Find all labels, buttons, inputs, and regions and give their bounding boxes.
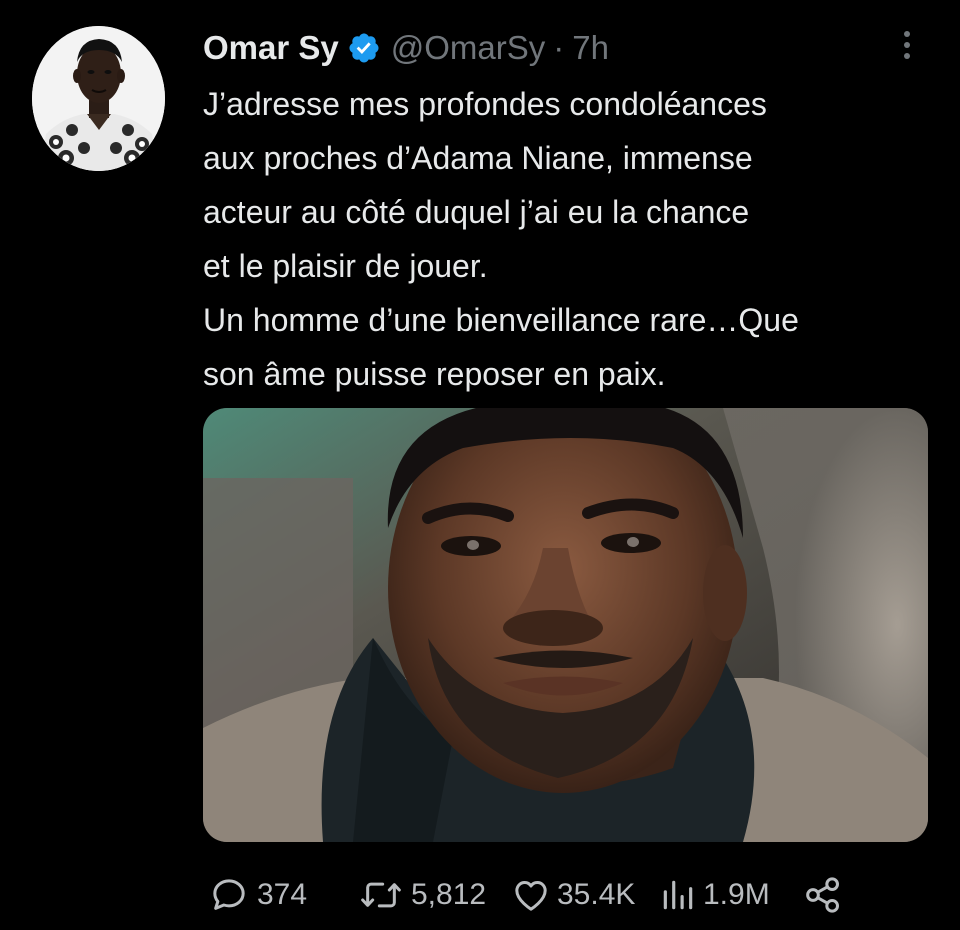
tweet-text: J’adresse mes profondes condoléances aux… xyxy=(203,77,943,401)
views-count: 1.9M xyxy=(703,878,770,911)
like-button[interactable]: 35.4K xyxy=(511,872,635,918)
author-avatar[interactable] xyxy=(32,26,165,171)
heart-icon xyxy=(515,881,547,911)
tweet: Omar Sy @OmarSy · 7h J’adresse mes profo… xyxy=(0,0,960,930)
tweet-text-line: son âme puisse reposer en paix. xyxy=(203,356,666,392)
share-button[interactable] xyxy=(803,872,843,918)
header-separator: · xyxy=(553,29,565,66)
views-bar-chart-icon xyxy=(663,880,693,910)
tweet-text-line: acteur au côté duquel j’ai eu la chance xyxy=(203,194,750,230)
verified-badge-icon xyxy=(347,31,381,65)
author-display-name[interactable]: Omar Sy xyxy=(203,29,339,67)
media-photo xyxy=(203,408,928,842)
tweet-timestamp[interactable]: 7h xyxy=(572,29,609,67)
retweet-count: 5,812 xyxy=(411,878,487,911)
tweet-text-line: J’adresse mes profondes condoléances xyxy=(203,86,767,122)
tweet-text-line: et le plaisir de jouer. xyxy=(203,248,488,284)
tweet-text-line: Un homme d’une bienveillance rare…Que xyxy=(203,302,799,338)
tweet-text-line: aux proches d’Adama Niane, immense xyxy=(203,140,753,176)
more-vertical-icon[interactable] xyxy=(897,28,917,62)
tweet-actions: 374 5,812 35.4K 1.9M xyxy=(207,872,947,918)
like-count: 35.4K xyxy=(557,878,636,911)
avatar-photo xyxy=(32,26,165,171)
retweet-button[interactable]: 5,812 xyxy=(357,872,486,918)
reply-icon xyxy=(213,879,245,910)
share-icon xyxy=(806,877,840,913)
reply-count: 374 xyxy=(257,878,308,911)
retweet-icon xyxy=(361,882,401,908)
author-handle[interactable]: @OmarSy xyxy=(391,29,546,67)
reply-button[interactable]: 374 xyxy=(207,872,307,918)
tweet-media-photo[interactable] xyxy=(203,408,928,842)
views-button[interactable]: 1.9M xyxy=(659,872,770,918)
tweet-header: Omar Sy @OmarSy · 7h xyxy=(203,25,609,71)
